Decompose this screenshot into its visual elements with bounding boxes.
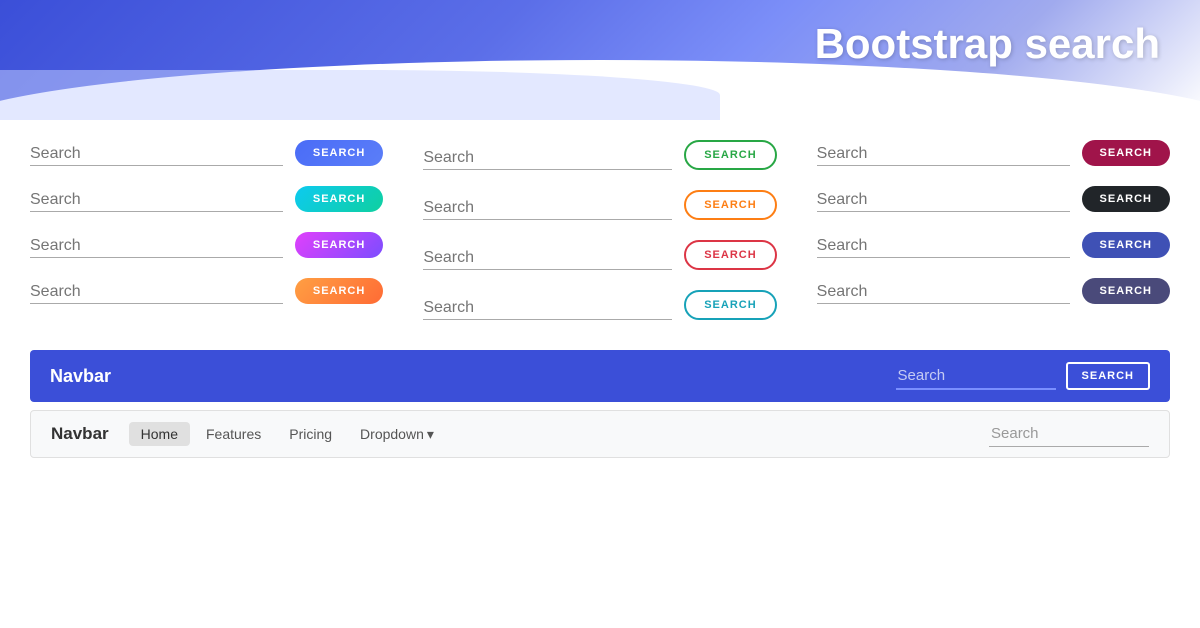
nav-item-features[interactable]: Features	[194, 422, 273, 446]
search-input-wrap	[30, 143, 283, 166]
search-column-2: SEARCH SEARCH SEARCH SEARCH	[423, 140, 776, 340]
main-content: SEARCH SEARCH SEARCH SEARCH	[0, 120, 1200, 468]
search-grid: SEARCH SEARCH SEARCH SEARCH	[30, 140, 1170, 340]
search-input-2-2[interactable]	[423, 197, 672, 220]
search-button-3-3[interactable]: SEARCH	[1082, 232, 1170, 258]
search-row: SEARCH	[30, 278, 383, 304]
search-row: SEARCH	[423, 190, 776, 220]
search-button-2-4[interactable]: SEARCH	[684, 290, 776, 320]
search-input-1-2[interactable]	[30, 189, 283, 212]
search-input-1-4[interactable]	[30, 281, 283, 304]
search-row: SEARCH	[423, 290, 776, 320]
search-input-1-3[interactable]	[30, 235, 283, 258]
search-input-3-3[interactable]	[817, 235, 1070, 258]
search-input-wrap	[30, 189, 283, 212]
search-button-1-2[interactable]: SEARCH	[295, 186, 383, 212]
navbar-light-nav: Home Features Pricing Dropdown ▾	[129, 422, 989, 447]
search-button-1-4[interactable]: SEARCH	[295, 278, 383, 304]
navbar-light-search-wrap	[989, 421, 1149, 447]
search-row: SEARCH	[423, 140, 776, 170]
search-input-wrap	[817, 281, 1070, 304]
search-button-1-3[interactable]: SEARCH	[295, 232, 383, 258]
search-input-wrap	[423, 147, 672, 170]
search-input-wrap	[423, 297, 672, 320]
search-input-2-3[interactable]	[423, 247, 672, 270]
nav-item-home[interactable]: Home	[129, 422, 190, 446]
search-button-2-1[interactable]: SEARCH	[684, 140, 776, 170]
search-input-wrap	[30, 235, 283, 258]
search-input-wrap	[30, 281, 283, 304]
search-button-2-2[interactable]: SEARCH	[684, 190, 776, 220]
navbar-light: Navbar Home Features Pricing Dropdown ▾	[30, 410, 1170, 458]
search-button-3-2[interactable]: SEARCH	[1082, 186, 1170, 212]
search-input-3-4[interactable]	[817, 281, 1070, 304]
navbar-dark-search-button[interactable]: SEARCH	[1066, 362, 1150, 390]
search-column-3: SEARCH SEARCH SEARCH SEARCH	[817, 140, 1170, 340]
search-input-wrap	[423, 247, 672, 270]
search-button-1-1[interactable]: SEARCH	[295, 140, 383, 166]
search-input-2-4[interactable]	[423, 297, 672, 320]
search-row: SEARCH	[817, 186, 1170, 212]
search-row: SEARCH	[423, 240, 776, 270]
navbar-light-brand: Navbar	[51, 424, 109, 444]
chevron-down-icon: ▾	[427, 426, 434, 443]
search-input-1-1[interactable]	[30, 143, 283, 166]
search-input-2-1[interactable]	[423, 147, 672, 170]
navbar-dark: Navbar SEARCH	[30, 350, 1170, 402]
search-row: SEARCH	[817, 140, 1170, 166]
header: Bootstrap search	[0, 0, 1200, 120]
search-row: SEARCH	[817, 278, 1170, 304]
search-row: SEARCH	[30, 140, 383, 166]
nav-item-dropdown[interactable]: Dropdown ▾	[348, 422, 446, 447]
search-button-2-3[interactable]: SEARCH	[684, 240, 776, 270]
page-title: Bootstrap search	[815, 20, 1160, 68]
navbar-dark-search-input[interactable]	[896, 363, 1056, 390]
search-input-wrap	[817, 235, 1070, 258]
search-column-1: SEARCH SEARCH SEARCH SEARCH	[30, 140, 383, 340]
search-button-3-1[interactable]: SEARCH	[1082, 140, 1170, 166]
search-button-3-4[interactable]: SEARCH	[1082, 278, 1170, 304]
navbar-light-search-input[interactable]	[989, 421, 1149, 447]
search-input-wrap	[817, 189, 1070, 212]
search-input-wrap	[423, 197, 672, 220]
navbar-dark-brand: Navbar	[50, 366, 896, 387]
search-input-3-2[interactable]	[817, 189, 1070, 212]
search-row: SEARCH	[30, 186, 383, 212]
navbar-dark-search-wrap: SEARCH	[896, 362, 1150, 390]
search-input-3-1[interactable]	[817, 143, 1070, 166]
search-input-wrap	[817, 143, 1070, 166]
search-row: SEARCH	[817, 232, 1170, 258]
search-row: SEARCH	[30, 232, 383, 258]
nav-item-pricing[interactable]: Pricing	[277, 422, 344, 446]
